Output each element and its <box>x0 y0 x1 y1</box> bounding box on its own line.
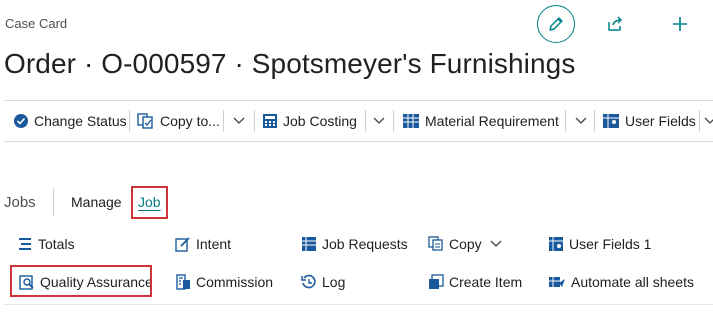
divider <box>365 110 366 132</box>
tab-manage[interactable]: Manage <box>71 194 122 210</box>
chevron-down-icon <box>575 117 587 125</box>
highlight-box-tab-job <box>131 186 168 219</box>
job-requests-button[interactable]: Job Requests <box>301 233 408 255</box>
copy-icon <box>428 236 444 252</box>
calculator-icon <box>262 113 278 129</box>
chevron-down-icon <box>373 117 385 125</box>
new-button[interactable] <box>668 12 692 36</box>
page-title: Order · O-000597 · Spotsmeyer's Furnishi… <box>4 48 576 79</box>
intent-label: Intent <box>196 236 232 252</box>
create-item-button[interactable]: Create Item <box>428 271 522 293</box>
change-status-button[interactable]: Change Status <box>13 101 127 141</box>
check-status-icon <box>13 113 29 129</box>
divider <box>53 188 54 216</box>
copy-to-dropdown[interactable] <box>231 113 247 129</box>
edit-document-icon <box>175 236 191 252</box>
automate-sheets-icon <box>548 274 566 290</box>
job-costing-dropdown[interactable] <box>371 113 387 129</box>
user-fields-dropdown[interactable] <box>704 113 713 129</box>
chevron-down-icon <box>233 117 245 125</box>
log-label: Log <box>322 274 346 290</box>
copy-to-label: Copy to... <box>160 113 220 129</box>
new-item-icon <box>428 274 444 290</box>
commission-label: Commission <box>196 274 274 290</box>
log-button[interactable]: Log <box>301 271 345 293</box>
divider <box>594 110 595 132</box>
change-status-label: Change Status <box>34 113 127 129</box>
divider <box>699 110 700 132</box>
plus-icon <box>671 15 689 33</box>
user-fields-label: User Fields <box>625 113 696 129</box>
page-caption: Case Card <box>5 16 68 31</box>
totals-list-icon <box>17 237 33 251</box>
history-clock-icon <box>301 274 317 290</box>
material-requirement-label: Material Requirement <box>425 113 559 129</box>
user-fields-1-button[interactable]: User Fields 1 <box>548 233 651 255</box>
share-button[interactable] <box>603 12 627 36</box>
job-costing-button[interactable]: Job Costing <box>262 101 357 141</box>
user-fields-1-label: User Fields 1 <box>569 236 652 252</box>
divider <box>565 110 566 132</box>
grid-sheet-icon <box>402 113 420 129</box>
edit-button[interactable] <box>537 5 575 43</box>
job-costing-label: Job Costing <box>283 113 357 129</box>
automate-all-sheets-label: Automate all sheets <box>571 274 694 290</box>
action-bar: Change Status Copy to... Job Costing Mat… <box>4 100 713 142</box>
copy-label: Copy <box>449 236 482 252</box>
automate-all-sheets-button[interactable]: Automate all sheets <box>548 271 694 293</box>
divider <box>129 110 130 132</box>
chevron-down-icon <box>490 240 502 248</box>
job-requests-label: Job Requests <box>322 236 408 252</box>
copy-to-button[interactable]: Copy to... <box>137 101 220 141</box>
totals-button[interactable]: Totals <box>17 233 75 255</box>
request-sheet-icon <box>301 236 317 252</box>
share-icon <box>606 15 624 33</box>
commission-building-icon <box>175 274 191 290</box>
material-requirement-button[interactable]: Material Requirement <box>402 101 559 141</box>
divider <box>223 110 224 132</box>
intent-button[interactable]: Intent <box>175 233 231 255</box>
user-grid-icon <box>548 236 564 252</box>
divider <box>254 110 255 132</box>
divider <box>4 304 713 305</box>
tab-group-jobs: Jobs <box>4 194 36 211</box>
copy-icon <box>137 113 155 129</box>
copy-button[interactable]: Copy <box>428 233 502 255</box>
material-requirement-dropdown[interactable] <box>573 113 589 129</box>
chevron-down-icon <box>704 117 713 125</box>
user-grid-icon <box>602 113 620 129</box>
commission-button[interactable]: Commission <box>175 271 273 293</box>
user-fields-button[interactable]: User Fields <box>602 101 696 141</box>
create-item-label: Create Item <box>449 274 523 290</box>
pencil-icon <box>547 15 565 33</box>
totals-label: Totals <box>38 236 75 252</box>
divider <box>393 110 394 132</box>
highlight-box-quality-assurance <box>10 265 152 297</box>
